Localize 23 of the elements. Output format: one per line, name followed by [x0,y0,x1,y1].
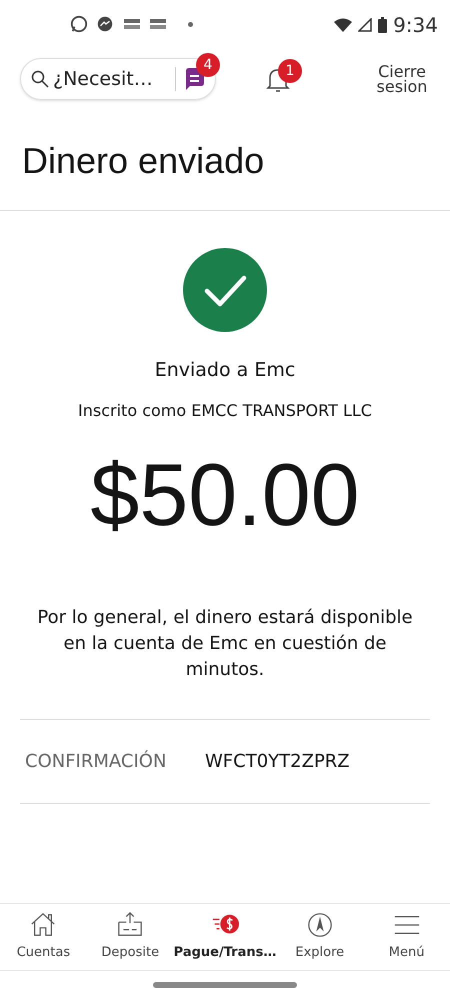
check-icon [183,248,267,332]
nav-tab[interactable]: Pague/Trans… [174,904,276,970]
compass-icon [306,911,334,940]
notification-badge: 1 [278,59,302,83]
nav-tab[interactable]: Menú [363,904,450,970]
signal-icon [358,18,372,32]
enrollment-text: Inscrito como EMCC TRANSPORT LLC [78,400,372,422]
status-time: 9:34 [393,12,438,39]
nav-tab[interactable]: Explore [276,904,364,970]
nav-tab[interactable]: Deposite [86,904,174,970]
amount-text: $50.00 [90,444,360,544]
battery-icon [378,17,388,33]
page-title: Dinero enviado [21,139,266,183]
info-text: Por lo general, el dinero estará disponible en la cuenta de Emc en cuestión de minutos. [36,606,414,682]
search-input[interactable]: ¿Necesit… [53,64,173,94]
sign-out-button[interactable]: Cierre sesion [372,64,432,94]
wifi-icon [334,18,352,32]
nav-tab[interactable]: Cuentas [0,904,87,970]
detail-value: WFCT0YT2ZPRZ [205,750,350,774]
notification-badge: 4 [196,53,220,77]
search-icon [31,70,49,88]
recipient-text: Enviado a Emc [154,358,296,383]
detail-label: CONFIRMACIÓN [25,749,168,774]
